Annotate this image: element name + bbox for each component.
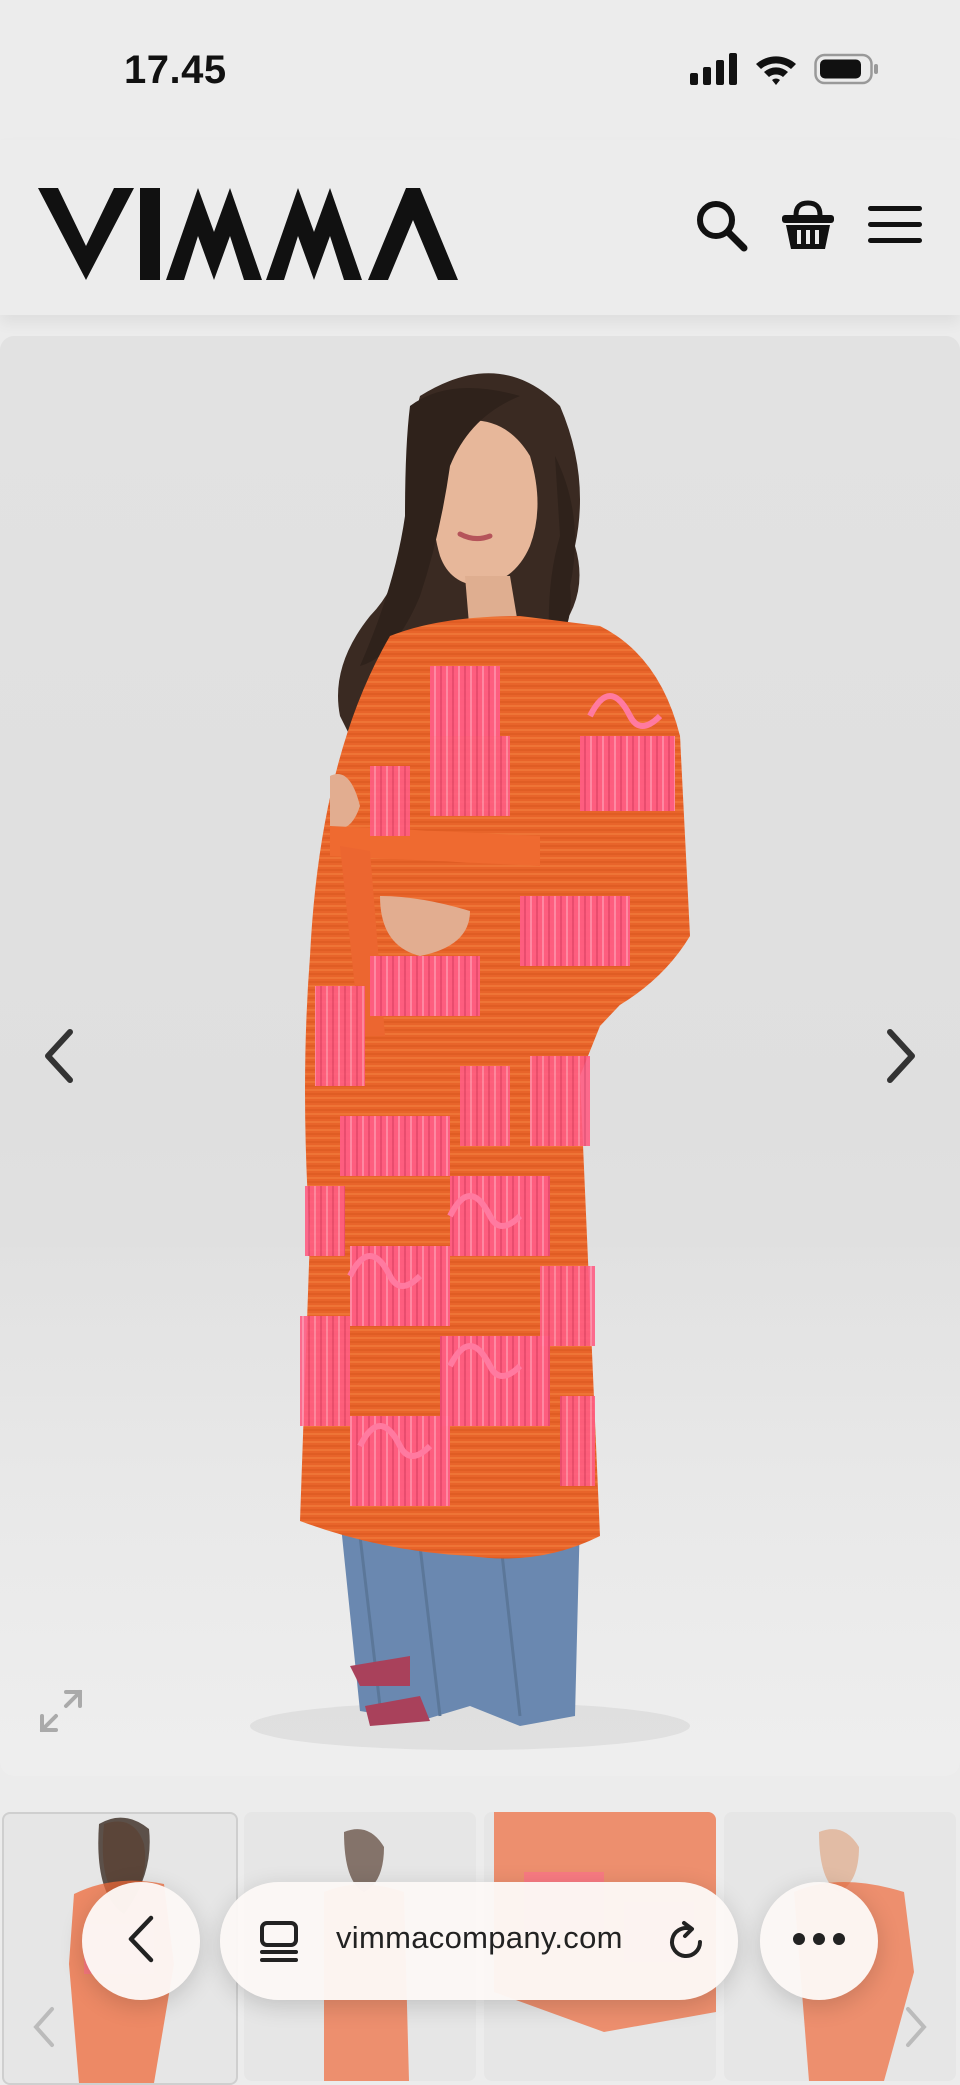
status-icons: [690, 52, 880, 91]
more-button[interactable]: [760, 1882, 878, 2000]
product-image-gallery[interactable]: [0, 336, 960, 1776]
tabs-icon[interactable]: [258, 1920, 302, 1969]
wifi-icon: [754, 52, 798, 91]
browser-toolbar: vimmacompany.com: [0, 1870, 960, 2010]
url-text: vimmacompany.com: [336, 1920, 623, 1955]
back-button[interactable]: [82, 1882, 200, 2000]
basket-icon[interactable]: [780, 199, 836, 251]
menu-icon[interactable]: [868, 205, 922, 245]
signal-icon: [690, 53, 738, 90]
battery-icon: [814, 52, 880, 91]
chevron-left-icon[interactable]: [30, 1026, 90, 1086]
vimma-logo[interactable]: [38, 184, 520, 285]
back-icon: [125, 1914, 157, 1969]
search-icon[interactable]: [694, 198, 748, 252]
chevron-right-icon[interactable]: [870, 1026, 930, 1086]
status-bar: 17.45: [0, 0, 960, 140]
expand-icon[interactable]: [36, 1686, 86, 1741]
product-photo: [250, 373, 690, 1750]
address-bar[interactable]: vimmacompany.com: [220, 1882, 738, 2000]
header-actions: [694, 198, 922, 252]
more-icon: [792, 1932, 846, 1951]
reload-icon[interactable]: [664, 1920, 708, 1969]
status-time: 17.45: [124, 48, 227, 92]
site-header: [0, 140, 960, 315]
